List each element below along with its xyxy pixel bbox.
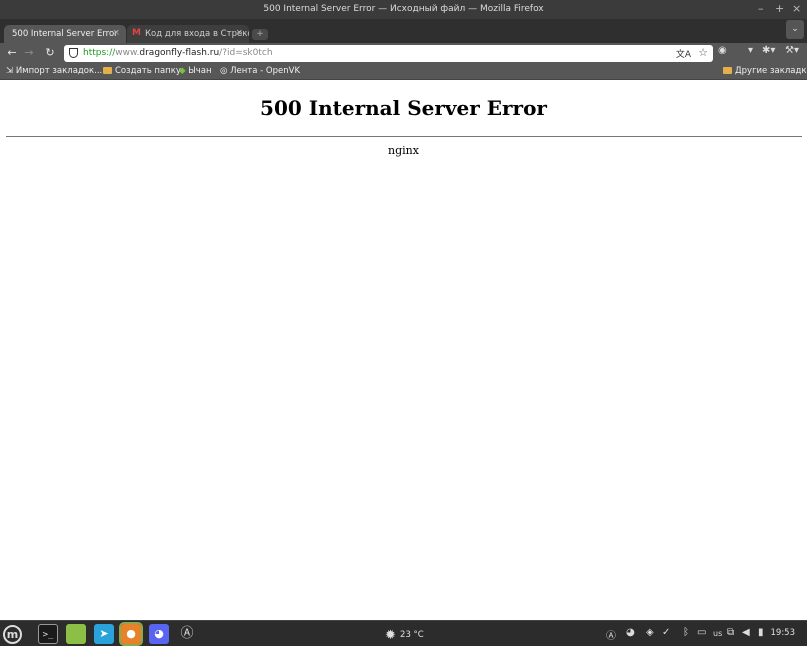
close-tab-icon[interactable]: × xyxy=(235,28,243,38)
page-heading: 500 Internal Server Error xyxy=(260,96,547,120)
menu-icon[interactable]: m xyxy=(3,625,22,644)
bluetooth-icon[interactable]: ᛒ xyxy=(683,627,689,638)
taskbar: m >_ ➤ ● ◕ Ⓐ ✹ 23 °C Ⓐ ◕ ◈ ✓ ᛒ ▭ us ⧉ ◀ … xyxy=(0,620,807,646)
anarchy-icon[interactable]: Ⓐ xyxy=(177,624,197,644)
close-tab-icon[interactable]: × xyxy=(112,28,120,38)
arrow-right-icon[interactable]: → xyxy=(21,45,37,61)
bookmark-openvk[interactable]: ◎ Лента - OpenVK xyxy=(220,66,300,76)
browser-window: 500 Internal Server Error — Исходный фай… xyxy=(0,0,807,646)
bookmark-import[interactable]: ⇲ Импорт закладок... xyxy=(6,66,102,76)
sun-icon: ✹ xyxy=(385,628,401,643)
server-name: nginx xyxy=(388,144,419,157)
steam-icon[interactable]: ✓ xyxy=(662,627,670,638)
gmail-icon: M xyxy=(132,28,141,38)
bookmark-create-folder[interactable]: Создать папку xyxy=(103,66,181,76)
network-icon[interactable]: ⧉ xyxy=(727,627,734,638)
window-title: 500 Internal Server Error — Исходный фай… xyxy=(263,4,544,14)
weather-applet[interactable]: ✹ 23 °C xyxy=(385,628,424,643)
folder-icon xyxy=(103,67,112,74)
bookmarks-bar: ⇲ Импорт закладок... Создать папку ◆ Ыча… xyxy=(0,63,807,80)
star-icon[interactable]: ☆ xyxy=(698,46,708,59)
bookmark-label: Лента - OpenVK xyxy=(230,66,301,76)
battery-icon[interactable]: ▮ xyxy=(758,627,764,638)
terminal-icon[interactable]: >_ xyxy=(38,624,58,644)
tab-label: 500 Internal Server Error xyxy=(12,29,118,39)
url-path: /?id=sk0tch xyxy=(219,48,273,58)
bookmark-label: Другие закладки xyxy=(735,66,807,76)
url-host: dragonfly-flash.ru xyxy=(139,48,220,58)
url-prefix: www. xyxy=(115,48,140,58)
maximize-button[interactable]: + xyxy=(775,2,784,15)
close-window-button[interactable]: × xyxy=(792,2,801,15)
shield-tray-icon[interactable]: ◈ xyxy=(646,627,654,638)
navigation-bar: ← → ↻ https://www.dragonfly-flash.ru/?id… xyxy=(0,43,807,63)
keyboard-layout[interactable]: us xyxy=(713,629,722,638)
reload-icon[interactable]: ↻ xyxy=(42,45,58,61)
puzzle-icon[interactable]: ✱▾ xyxy=(762,45,775,56)
bookmark-label: Импорт закладок... xyxy=(15,66,103,76)
firefox-icon[interactable]: ● xyxy=(119,622,143,646)
anarchy-tray-icon[interactable]: Ⓐ xyxy=(606,627,616,642)
translate-icon[interactable]: 文A xyxy=(676,47,691,60)
volume-icon[interactable]: ◀ xyxy=(742,627,750,638)
dropdown-icon[interactable]: ▾ xyxy=(748,45,753,56)
telegram-icon[interactable]: ➤ xyxy=(94,624,114,644)
files-icon[interactable] xyxy=(66,624,86,644)
bookmark-label: Создать папку xyxy=(115,66,181,76)
extension-icon[interactable]: ◉ xyxy=(718,45,727,56)
tab-label: Код для входа в Стреко xyxy=(145,29,249,39)
url-bar[interactable]: https://www.dragonfly-flash.ru/?id=sk0tc… xyxy=(64,45,713,62)
bookmark-ychan[interactable]: ◆ Ычан xyxy=(179,66,212,76)
page-content: 500 Internal Server Error nginx xyxy=(0,81,807,620)
discord-icon[interactable]: ◕ xyxy=(149,624,169,644)
tab-list-button[interactable]: ⌄ xyxy=(786,20,804,39)
minimize-button[interactable]: – xyxy=(758,2,764,15)
arrow-left-icon[interactable]: ← xyxy=(4,45,20,61)
folder-icon xyxy=(723,67,732,74)
title-bar: 500 Internal Server Error — Исходный фай… xyxy=(0,0,807,19)
new-tab-button[interactable]: + xyxy=(252,29,268,40)
openvk-icon: ◎ xyxy=(220,66,231,76)
bookmark-other[interactable]: Другие закладки xyxy=(723,66,807,76)
discord-tray-icon[interactable]: ◕ xyxy=(626,627,635,638)
wrench-icon[interactable]: ⚒▾ xyxy=(785,45,799,56)
weather-temp: 23 °C xyxy=(400,630,424,640)
bookmark-label: Ычан xyxy=(188,66,212,76)
site-icon: ◆ xyxy=(179,66,189,76)
url-scheme: https:// xyxy=(83,48,116,58)
divider xyxy=(6,136,802,137)
tab-login-code[interactable]: M Код для входа в Стреко × xyxy=(127,25,249,43)
shield-icon[interactable] xyxy=(69,48,78,58)
tab-500-error[interactable]: 500 Internal Server Error × xyxy=(4,25,126,43)
tab-bar: 500 Internal Server Error × M Код для вх… xyxy=(0,19,807,43)
import-icon: ⇲ xyxy=(6,66,16,76)
clock[interactable]: 19:53 xyxy=(771,628,796,638)
display-icon[interactable]: ▭ xyxy=(697,627,706,638)
